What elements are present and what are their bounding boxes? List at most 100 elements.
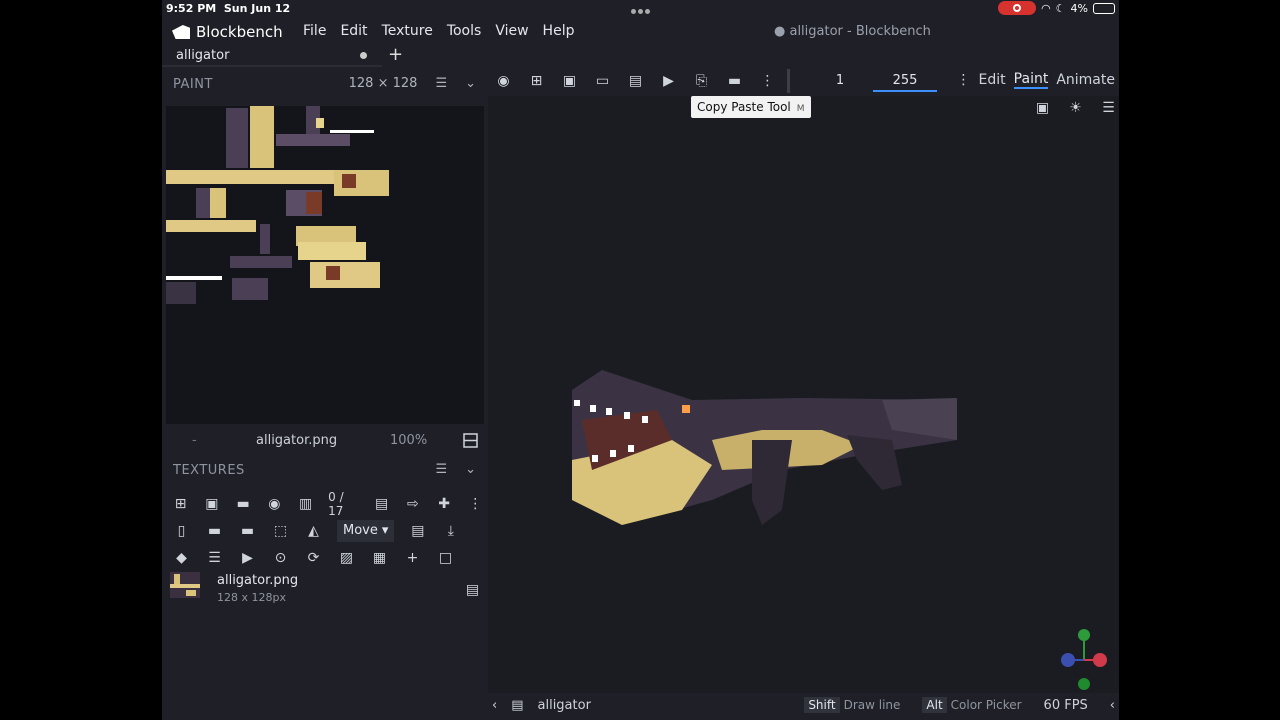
- battery-icon: [1093, 2, 1115, 14]
- alligator-model[interactable]: [562, 360, 962, 530]
- shapes-icon[interactable]: ◆: [172, 548, 191, 567]
- paint-zoom-level: 100%: [390, 433, 428, 448]
- split-view-icon[interactable]: [463, 433, 478, 452]
- project-tabs: alligator +: [162, 44, 1119, 67]
- play-icon[interactable]: ▶: [659, 71, 678, 90]
- save-icon[interactable]: ▤: [626, 71, 645, 90]
- menu-help[interactable]: Help: [543, 23, 575, 39]
- paint-tools-grid: ⊞ ▣ ▬ ◉ ▥ 0 / 17 ▤ ⇨ ✚ ⋮ ▯ ▬ ▬ ⬚ ◭ Move ▾…: [166, 490, 484, 571]
- app-logo: Blockbench: [172, 23, 283, 41]
- new-tab-plus-icon[interactable]: +: [388, 44, 403, 65]
- tab-alligator[interactable]: alligator: [162, 45, 382, 67]
- paint-texture-filename[interactable]: alligator.png: [256, 433, 337, 448]
- plus-icon[interactable]: +: [403, 548, 422, 567]
- main-menu: File Edit Texture Tools View Help: [303, 23, 574, 39]
- uv-texture-canvas[interactable]: [166, 106, 484, 424]
- screen-recording-icon: [998, 1, 1037, 15]
- paint-panel-header: PAINT 128 × 128 ☰ ⌄: [166, 70, 484, 100]
- puzzle-icon[interactable]: ✚: [435, 494, 452, 513]
- unsaved-dot-icon[interactable]: [360, 52, 367, 59]
- more-vertical-icon[interactable]: ⋮: [957, 72, 971, 88]
- mirror-icon[interactable]: ◭: [304, 521, 323, 540]
- archive-icon[interactable]: ▨: [337, 548, 356, 567]
- textures-panel-title: TEXTURES: [173, 463, 245, 478]
- folder-open-icon[interactable]: ▬: [205, 521, 224, 540]
- multitask-dots-icon[interactable]: [630, 4, 651, 17]
- tooltip-copy-paste-tool: Copy Paste Tool M: [691, 96, 811, 118]
- mode-select-dropdown[interactable]: Move ▾: [337, 519, 395, 542]
- mode-paint[interactable]: Paint: [1013, 71, 1049, 89]
- chevron-down-icon[interactable]: ⌄: [465, 462, 476, 477]
- caret-down-icon: ▾: [381, 523, 389, 538]
- panel-menu-icon[interactable]: ☰: [435, 76, 447, 91]
- camera-icon[interactable]: ◉: [266, 494, 283, 513]
- moon-icon: ☾: [1055, 1, 1066, 15]
- brightness-icon[interactable]: ☀: [1066, 98, 1085, 117]
- mode-switcher: ⋮ Edit Paint Animate: [957, 71, 1115, 89]
- gltf-icon[interactable]: ⊙: [271, 548, 290, 567]
- axis-gizmo-icon[interactable]: [1058, 628, 1110, 690]
- mode-animate[interactable]: Animate: [1056, 72, 1115, 88]
- chart-icon[interactable]: ▥: [297, 494, 314, 513]
- brush-opacity-input[interactable]: 255: [873, 70, 937, 92]
- layers-icon[interactable]: ▦: [370, 548, 389, 567]
- model-name: alligator: [537, 698, 591, 713]
- file-icon[interactable]: ▯: [172, 521, 191, 540]
- menu-file[interactable]: File: [303, 23, 326, 39]
- square-icon[interactable]: □: [436, 548, 455, 567]
- selection-icon[interactable]: ⬚: [271, 521, 290, 540]
- add-texture-icon[interactable]: ⊞: [172, 494, 189, 513]
- window-title: ● alligator - Blockbench: [774, 24, 931, 39]
- play-icon[interactable]: ▶: [238, 548, 257, 567]
- save-icon[interactable]: ▤: [373, 494, 390, 513]
- menu-bar: Blockbench File Edit Texture Tools View …: [162, 18, 1119, 45]
- battery-percent: 4%: [1070, 1, 1088, 15]
- toolbar-separator: [787, 69, 790, 93]
- brush-size-input[interactable]: 1: [804, 70, 876, 92]
- menu-view[interactable]: View: [495, 23, 528, 39]
- add-element-icon[interactable]: ⊞: [527, 71, 546, 90]
- status-time: 9:52 PM Sun Jun 12: [166, 2, 291, 15]
- folder-icon[interactable]: ▬: [238, 521, 257, 540]
- list-icon[interactable]: ☰: [205, 548, 224, 567]
- copy-paste-tool-icon[interactable]: ⎘: [692, 71, 711, 90]
- mode-edit[interactable]: Edit: [979, 72, 1006, 88]
- texture-name: alligator.png: [217, 573, 299, 588]
- import-image-icon[interactable]: ▣: [203, 494, 220, 513]
- download-icon[interactable]: ⤓: [441, 521, 460, 540]
- texture-dimensions: 128 x 128px: [217, 591, 286, 604]
- hamburger-menu-icon[interactable]: ☰: [1099, 98, 1118, 117]
- chevron-left-icon[interactable]: ‹: [1110, 698, 1115, 713]
- menu-tools[interactable]: Tools: [447, 23, 482, 39]
- export-icon[interactable]: ⇨: [404, 494, 421, 513]
- texture-list-item[interactable]: alligator.png 128 x 128px ▤: [166, 570, 484, 610]
- wifi-icon: ◠: [1041, 1, 1051, 15]
- texture-size-label: 128 × 128: [348, 76, 418, 91]
- folder-icon[interactable]: ▬: [725, 71, 744, 90]
- left-sidebar: PAINT 128 × 128 ☰ ⌄ - alligator.png 100%…: [166, 70, 484, 720]
- model-icon: ▤: [511, 698, 524, 713]
- panel-menu-icon[interactable]: ☰: [435, 462, 447, 477]
- fps-counter: 60 FPS: [1043, 698, 1088, 713]
- save-icon[interactable]: ▤: [408, 521, 427, 540]
- image-icon[interactable]: ▣: [560, 71, 579, 90]
- folder-icon[interactable]: ▬: [234, 494, 251, 513]
- system-status-bar: 9:52 PM Sun Jun 12 ◠ ☾ 4%: [162, 0, 1119, 18]
- chevron-down-icon[interactable]: ⌄: [465, 76, 476, 91]
- tab-label: alligator: [176, 48, 230, 63]
- refresh-icon[interactable]: ⟳: [304, 548, 323, 567]
- more-vertical-icon[interactable]: ⋮: [467, 494, 484, 513]
- paint-panel-title: PAINT: [173, 77, 213, 92]
- blockbench-app: 9:52 PM Sun Jun 12 ◠ ☾ 4% Blockbench Fil…: [162, 0, 1119, 720]
- chevron-left-icon[interactable]: ‹: [492, 698, 497, 713]
- background-image-icon[interactable]: ▣: [1033, 98, 1052, 117]
- menu-edit[interactable]: Edit: [340, 23, 367, 39]
- viewport-controls: ▣ ☀ ☰: [1033, 98, 1118, 117]
- more-vertical-icon[interactable]: ⋮: [758, 71, 777, 90]
- textures-panel-header: TEXTURES ☰ ⌄: [166, 456, 484, 486]
- save-texture-icon[interactable]: ▤: [463, 580, 482, 599]
- panel-icon[interactable]: ▭: [593, 71, 612, 90]
- screenshot-camera-icon[interactable]: ◉: [494, 71, 513, 90]
- bottom-status-bar: ‹ ▤ alligator Shift Draw line Alt Color Pi…: [488, 693, 1119, 720]
- menu-texture[interactable]: Texture: [382, 23, 433, 39]
